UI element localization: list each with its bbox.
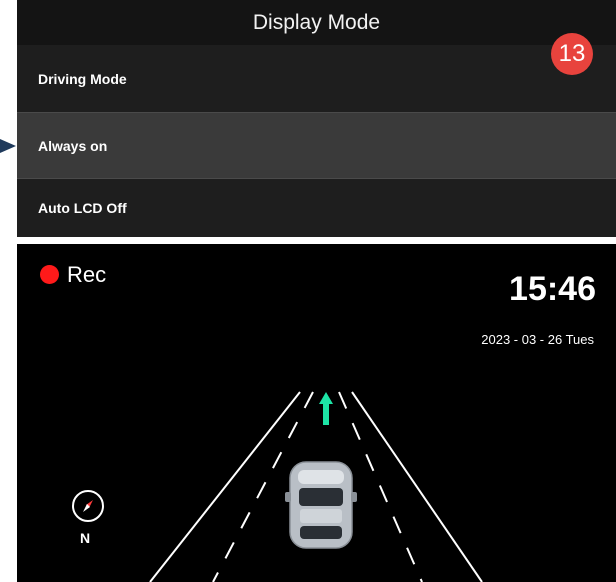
clock-time: 15:46	[509, 270, 596, 308]
menu-item-driving-mode[interactable]: Driving Mode	[17, 45, 616, 112]
menu-item-always-on[interactable]: Always on	[17, 112, 616, 179]
menu-item-label: Driving Mode	[38, 70, 127, 87]
step-number-badge: 13	[551, 33, 593, 75]
navigation-arrow-icon	[319, 392, 333, 425]
compass-icon	[72, 490, 104, 522]
menu-item-label: Auto LCD Off	[38, 200, 127, 216]
date-label: 2023 - 03 - 26 Tues	[481, 332, 594, 347]
road-edge-right	[351, 391, 483, 582]
menu-title: Display Mode	[17, 0, 616, 45]
display-mode-menu: Display Mode Driving Mode Always on Auto…	[17, 0, 616, 237]
rec-label: Rec	[67, 262, 107, 287]
road-edge-left	[149, 391, 301, 582]
dashcam-screen: Rec 15:46 2023 - 03 - 26 Tues N	[17, 244, 616, 582]
menu-item-auto-lcd-off[interactable]: Auto LCD Off	[17, 179, 616, 237]
pointer-arrow-icon	[0, 139, 16, 153]
menu-item-label: Always on	[38, 137, 108, 154]
recording-indicator-dot	[40, 265, 59, 284]
compass-heading-label: N	[80, 530, 91, 546]
car-icon	[285, 461, 357, 549]
